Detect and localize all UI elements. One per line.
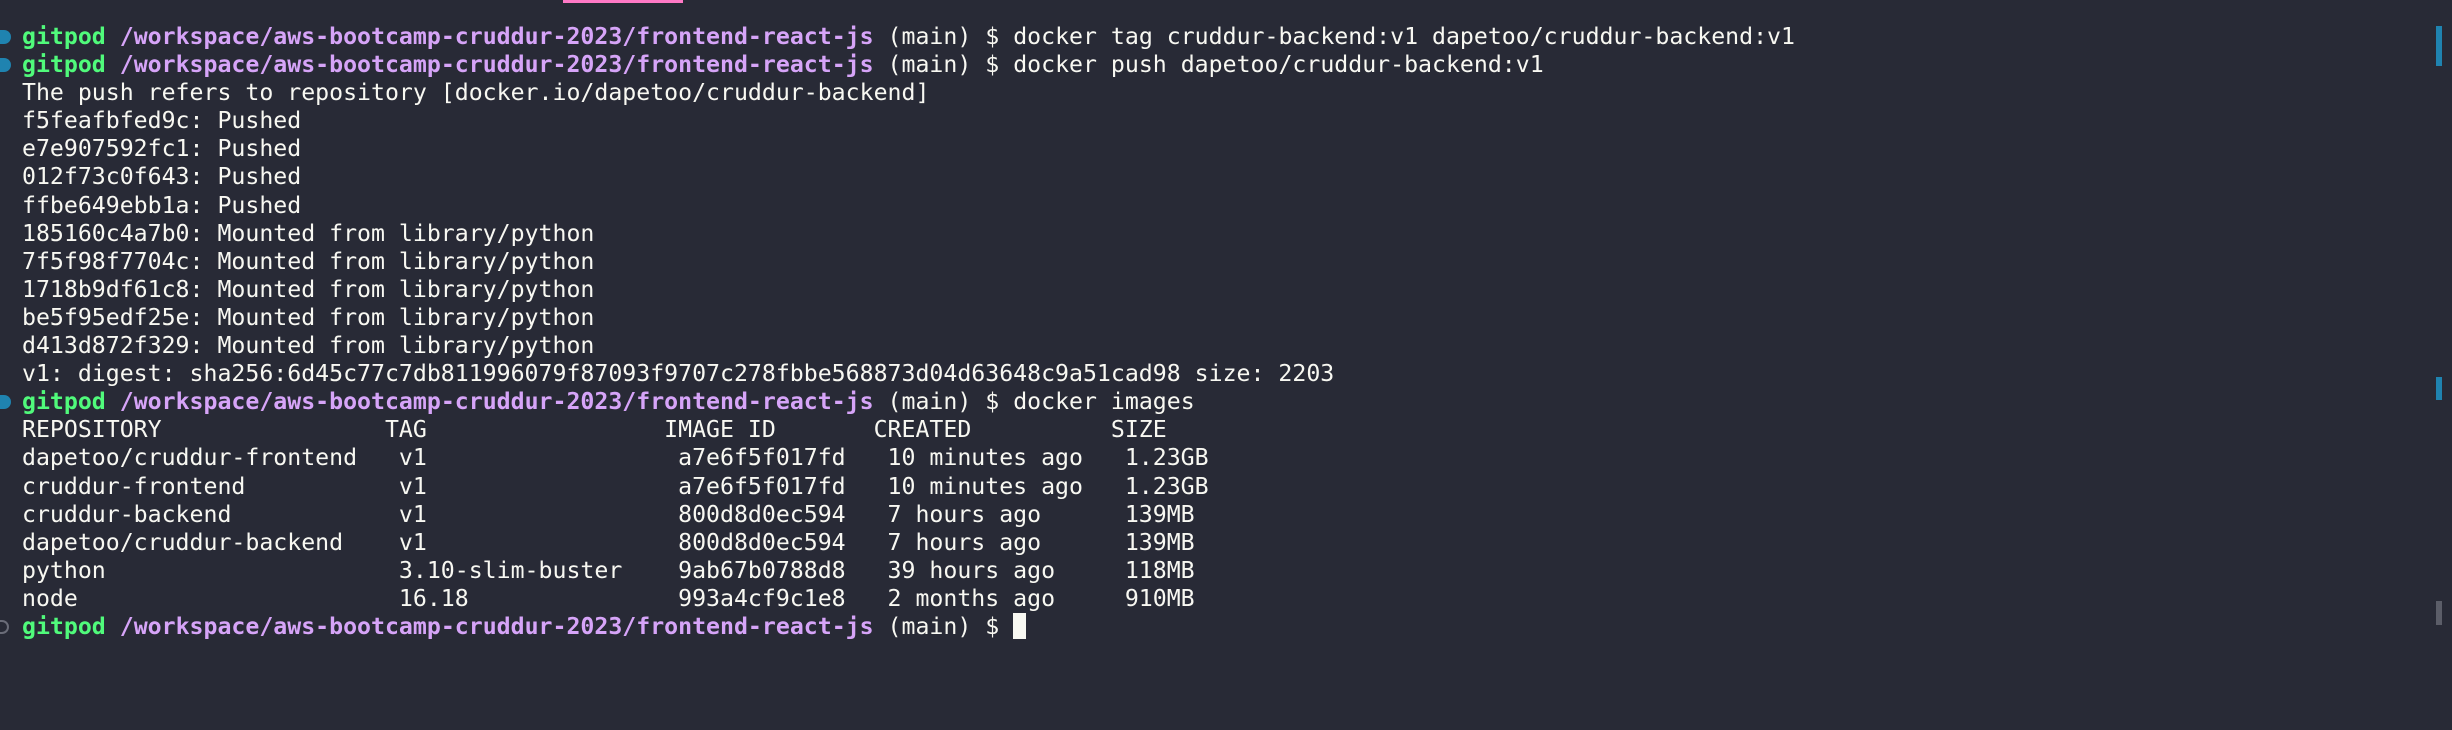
prompt-line: gitpod /workspace/aws-bootcamp-cruddur-2… xyxy=(0,23,1795,51)
command-marker-icon xyxy=(0,58,11,73)
table-row: cruddur-backend v1 800d8d0ec594 7 hours … xyxy=(22,500,1195,528)
prompt-line: gitpod /workspace/aws-bootcamp-cruddur-2… xyxy=(0,388,1795,416)
pending-marker-icon xyxy=(0,619,9,634)
terminal-output[interactable]: gitpod /workspace/aws-bootcamp-cruddur-2… xyxy=(0,23,1795,641)
table-row: cruddur-frontend v1 a7e6f5f017fd 10 minu… xyxy=(22,472,1209,500)
prompt-line: gitpod /workspace/aws-bootcamp-cruddur-2… xyxy=(0,612,1795,641)
tab-indicator xyxy=(563,0,683,3)
table-row: dapetoo/cruddur-frontend v1 a7e6f5f017fd… xyxy=(22,444,1209,472)
table-header: REPOSITORY TAG IMAGE ID CREATED SIZE xyxy=(22,416,1167,444)
table-row: node 16.18 993a4cf9c1e8 2 months ago 910… xyxy=(22,584,1195,612)
output-line: 012f73c0f643: Pushed xyxy=(22,163,302,191)
table-row: python 3.10-slim-buster 9ab67b0788d8 39 … xyxy=(22,556,1195,584)
output-line: The push refers to repository [docker.io… xyxy=(22,79,930,107)
output-line: d413d872f329: Mounted from library/pytho… xyxy=(22,332,595,360)
output-line: f5feafbfed9c: Pushed xyxy=(22,107,302,135)
scrollbar-thumb[interactable] xyxy=(2436,601,2442,625)
output-line: e7e907592fc1: Pushed xyxy=(22,135,302,163)
table-row: dapetoo/cruddur-backend v1 800d8d0ec594 … xyxy=(22,528,1195,556)
command-marker-icon xyxy=(0,395,11,410)
prompt-line: gitpod /workspace/aws-bootcamp-cruddur-2… xyxy=(0,51,1795,79)
text-cursor[interactable] xyxy=(1013,612,1027,639)
output-line: 1718b9df61c8: Mounted from library/pytho… xyxy=(22,275,595,303)
output-line: 7f5f98f7704c: Mounted from library/pytho… xyxy=(22,247,595,275)
scrollbar-marker[interactable] xyxy=(2436,26,2442,66)
output-line: ffbe649ebb1a: Pushed xyxy=(22,191,302,219)
output-line: 185160c4a7b0: Mounted from library/pytho… xyxy=(22,219,595,247)
scrollbar-marker[interactable] xyxy=(2436,377,2442,400)
output-line: be5f95edf25e: Mounted from library/pytho… xyxy=(22,303,595,331)
command-marker-icon xyxy=(0,30,11,44)
output-line: v1: digest: sha256:6d45c77c7db811996079f… xyxy=(22,360,1335,388)
